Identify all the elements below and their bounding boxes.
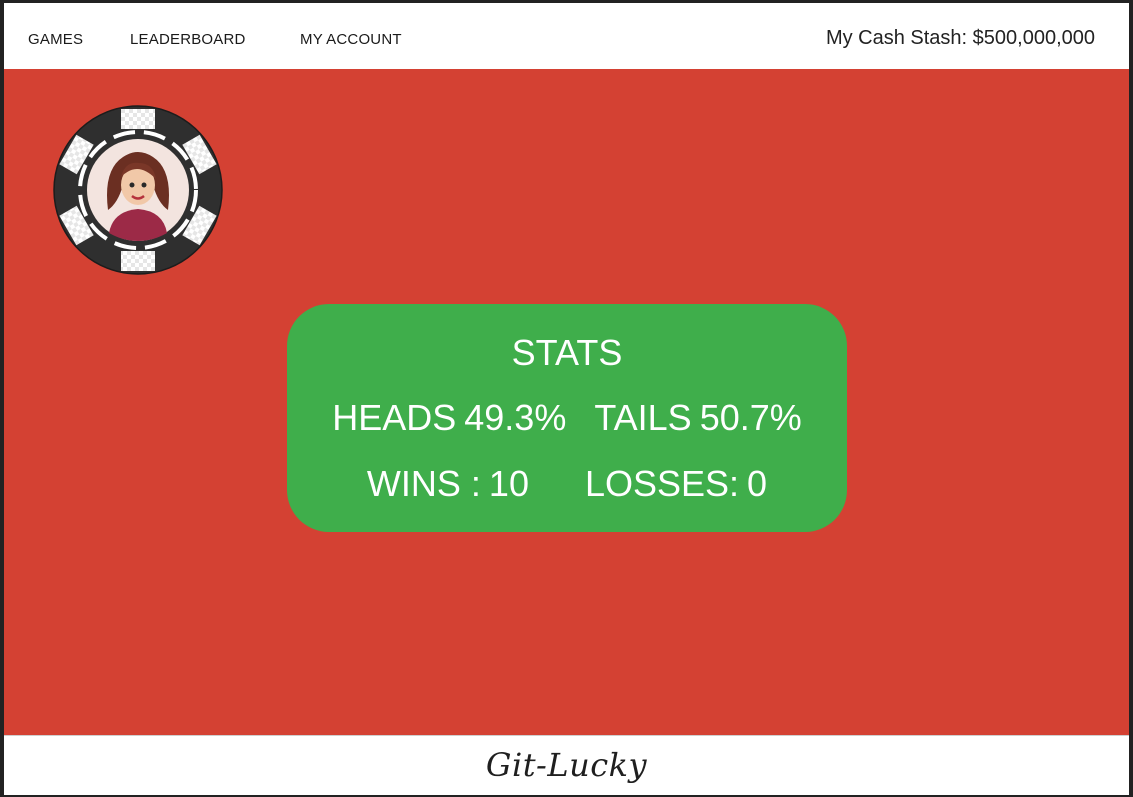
nav-games[interactable]: GAMES <box>28 31 83 48</box>
cash-stash-balance: My Cash Stash: $500,000,000 <box>825 27 1095 49</box>
losses-value: 0 <box>747 463 768 504</box>
nav-leaderboard[interactable]: LEADERBOARD <box>130 31 246 48</box>
app-window: GAMES LEADERBOARD MY ACCOUNT My Cash Sta… <box>0 0 1133 797</box>
poker-chip-avatar-icon <box>53 105 223 275</box>
stats-title: STATS <box>511 332 623 373</box>
main-content: STATS HEADS 49.3% TAILS 50.7% WINS :10 LOSSE… <box>4 69 1129 735</box>
wins-label: WINS : <box>366 463 481 504</box>
footer-brand-logo: Git-Lucky <box>485 746 648 784</box>
stats-panel: STATS HEADS 49.3% TAILS 50.7% WINS :10 LOSSE… <box>287 304 847 532</box>
losses-label: LOSSES: <box>584 463 740 504</box>
heads-label: HEADS <box>332 397 457 438</box>
heads-percentage: 49.3% <box>464 397 567 438</box>
tails-percentage: 50.7% <box>699 397 802 438</box>
nav-my-account[interactable]: MY ACCOUNT <box>300 31 402 48</box>
wins-value: 10 <box>488 463 529 504</box>
top-navigation-bar: GAMES LEADERBOARD MY ACCOUNT My Cash Sta… <box>4 3 1129 69</box>
win-loss-stats-row: WINS :10 LOSSES: 0 <box>287 464 847 504</box>
footer: Git-Lucky <box>4 735 1129 795</box>
coin-flip-stats-row: HEADS 49.3% TAILS 50.7% <box>287 398 847 438</box>
profile-avatar[interactable] <box>53 105 223 275</box>
tails-label: TAILS <box>594 397 692 438</box>
